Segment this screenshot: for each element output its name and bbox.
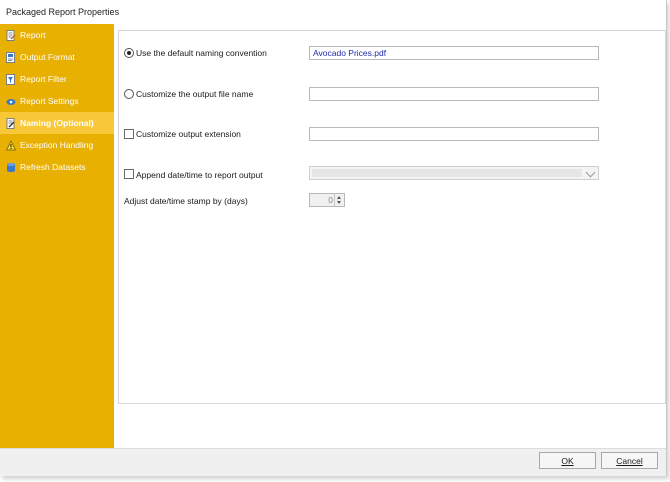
adjust-days-stepper[interactable]: 0 — [309, 193, 345, 207]
naming-icon — [6, 117, 16, 129]
stepper-up-icon[interactable] — [337, 196, 341, 199]
sidebar-item-label: Exception Handling — [20, 140, 94, 150]
report-settings-icon — [6, 96, 16, 107]
dialog-footer: OK Cancel — [0, 448, 666, 476]
sidebar: Report Output Format Report Filter Repor… — [0, 24, 114, 465]
report-filter-icon — [6, 73, 16, 85]
sidebar-item-label: Refresh Datasets — [20, 162, 86, 172]
sidebar-item-refresh-datasets[interactable]: Refresh Datasets — [0, 156, 114, 178]
sidebar-item-label: Naming (Optional) — [20, 118, 94, 128]
chevron-down-icon — [585, 167, 596, 178]
warning-icon — [5, 139, 17, 151]
append-datetime-checkbox[interactable] — [124, 169, 134, 179]
customize-extension-label: Customize output extension — [136, 129, 241, 139]
customize-name-label: Customize the output file name — [136, 89, 254, 99]
sidebar-item-label: Report Filter — [20, 74, 67, 84]
customize-extension-checkbox[interactable] — [124, 129, 134, 139]
sidebar-item-report-settings[interactable]: Report Settings — [0, 90, 114, 112]
ok-button[interactable]: OK — [539, 452, 596, 469]
datetime-format-dropdown[interactable] — [309, 166, 599, 180]
append-datetime-label: Append date/time to report output — [136, 170, 263, 180]
customize-name-radio[interactable] — [124, 89, 134, 99]
sidebar-item-label: Output Format — [20, 52, 75, 62]
stepper-buttons — [334, 194, 344, 206]
sidebar-item-report[interactable]: Report — [0, 24, 114, 46]
title-bar: Packaged Report Properties — [0, 0, 666, 24]
naming-panel: Use the default naming convention Custom… — [118, 30, 666, 404]
sidebar-item-output-format[interactable]: Output Format — [0, 46, 114, 68]
sidebar-item-label: Report Settings — [20, 96, 79, 106]
custom-extension-field[interactable] — [309, 127, 599, 141]
stepper-down-icon[interactable] — [337, 201, 341, 204]
sidebar-item-exception-handling[interactable]: Exception Handling — [0, 134, 114, 156]
default-naming-radio[interactable] — [124, 48, 134, 58]
output-format-icon — [6, 51, 16, 63]
refresh-datasets-icon — [6, 162, 16, 173]
stepper-value: 0 — [328, 195, 333, 205]
default-name-field[interactable] — [309, 46, 599, 60]
adjust-datetime-label: Adjust date/time stamp by (days) — [124, 196, 248, 206]
sidebar-item-naming[interactable]: Naming (Optional) — [0, 112, 114, 134]
report-icon — [6, 29, 16, 41]
cancel-button[interactable]: Cancel — [601, 452, 658, 469]
sidebar-item-label: Report — [20, 30, 46, 40]
dropdown-value — [312, 169, 582, 177]
dialog-window: Packaged Report Properties Report Output… — [0, 0, 667, 476]
default-naming-label: Use the default naming convention — [136, 48, 267, 58]
window-title: Packaged Report Properties — [6, 7, 120, 17]
sidebar-item-report-filter[interactable]: Report Filter — [0, 68, 114, 90]
custom-name-field[interactable] — [309, 87, 599, 101]
